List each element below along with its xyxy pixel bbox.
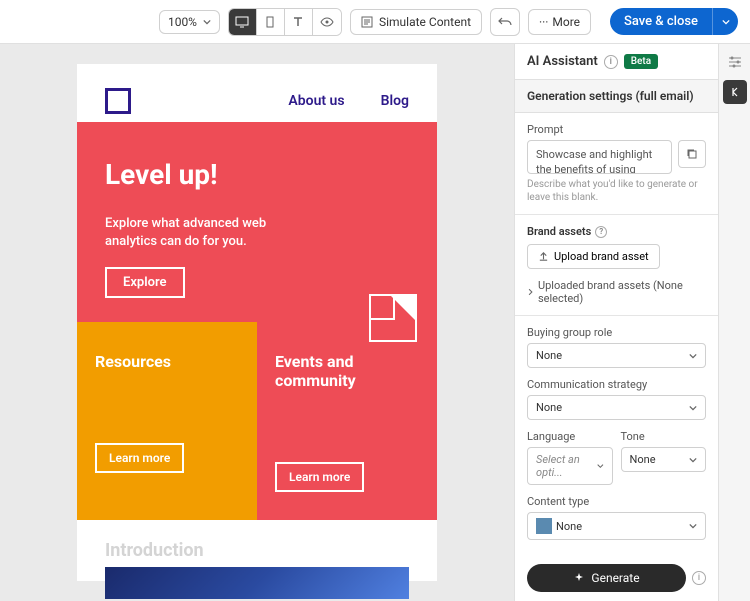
hero-block: Level up! Explore what advanced web anal… — [77, 122, 437, 322]
desktop-icon — [235, 16, 249, 28]
canvas-area[interactable]: About us Blog Level up! Explore what adv… — [0, 44, 514, 601]
tone-label: Tone — [621, 430, 707, 443]
hero-subtitle: Explore what advanced web analytics can … — [105, 215, 315, 251]
chevron-down-icon — [689, 456, 697, 464]
nav-links: About us Blog — [288, 93, 409, 109]
zoom-value: 100% — [168, 15, 197, 29]
simulate-icon — [361, 16, 373, 28]
content-type-icon — [536, 518, 552, 534]
prompt-input[interactable] — [527, 140, 672, 174]
more-dots-icon: ··· — [539, 15, 548, 29]
more-label: More — [552, 15, 580, 29]
prompt-help: Describe what you'd like to generate or … — [527, 178, 706, 204]
tile-events-title: Events and community — [275, 352, 419, 390]
tile-resources-cta[interactable]: Learn more — [95, 443, 184, 473]
logo-placeholder — [105, 88, 131, 114]
panel-rail — [718, 44, 750, 601]
tile-events-cta[interactable]: Learn more — [275, 462, 364, 492]
zoom-select[interactable]: 100% — [159, 10, 220, 34]
simulate-label: Simulate Content — [379, 15, 471, 29]
collapse-icon — [729, 86, 741, 98]
tiles-row: Resources Learn more Events and communit… — [77, 322, 437, 520]
rail-settings[interactable] — [723, 50, 747, 74]
generate-button[interactable]: Generate — [527, 564, 686, 592]
info-icon[interactable]: i — [692, 571, 706, 585]
comm-strategy-label: Communication strategy — [527, 378, 706, 391]
hero-title: Level up! — [105, 158, 409, 191]
intro-heading: Introduction — [77, 520, 437, 567]
content-type-label: Content type — [527, 495, 706, 508]
save-close-button[interactable]: Save & close — [610, 8, 712, 35]
chevron-down-icon — [597, 462, 604, 470]
generate-row: Generate i — [515, 560, 718, 600]
device-preview[interactable] — [313, 9, 341, 35]
hero-graphic — [369, 294, 417, 342]
content-type-select[interactable]: None — [527, 512, 706, 540]
upload-brand-button[interactable]: Upload brand asset — [527, 244, 660, 269]
top-toolbar: 100% Simulate Content ··· More Save & cl… — [0, 0, 750, 44]
buying-role-select[interactable]: None — [527, 343, 706, 368]
rail-collapse[interactable] — [723, 80, 747, 104]
prompt-label: Prompt — [527, 123, 706, 136]
text-icon — [292, 16, 304, 28]
chevron-down-icon — [689, 404, 697, 412]
save-group: Save & close — [610, 8, 738, 35]
prompt-section: Prompt Describe what you'd like to gener… — [515, 113, 718, 214]
chevron-down-icon — [689, 352, 697, 360]
sliders-icon — [728, 56, 742, 68]
tile-events: Events and community Learn more — [257, 322, 437, 520]
intro-title: Introduction — [105, 540, 409, 561]
language-select[interactable]: Select an opti... — [527, 447, 613, 485]
chevron-down-icon — [689, 522, 697, 530]
buying-role-label: Buying group role — [527, 326, 706, 339]
intro-image — [105, 567, 409, 599]
uploaded-assets-row[interactable]: Uploaded brand assets (None selected) — [527, 279, 706, 305]
simulate-content-button[interactable]: Simulate Content — [350, 9, 482, 35]
workspace: About us Blog Level up! Explore what adv… — [0, 44, 750, 601]
beta-badge: Beta — [624, 54, 658, 69]
info-icon[interactable]: ? — [595, 226, 607, 238]
comm-strategy-select[interactable]: None — [527, 395, 706, 420]
chevron-right-icon — [527, 288, 534, 296]
undo-icon — [498, 17, 512, 27]
sparkle-icon — [573, 572, 585, 584]
chevron-down-icon — [203, 18, 211, 26]
nav-about[interactable]: About us — [288, 93, 344, 109]
hero-cta[interactable]: Explore — [105, 267, 185, 298]
panel-content: AI Assistant i Beta Generation settings … — [515, 44, 718, 601]
language-label: Language — [527, 430, 613, 443]
upload-icon — [538, 251, 549, 262]
side-panel: AI Assistant i Beta Generation settings … — [514, 44, 750, 601]
mobile-icon — [266, 16, 274, 28]
panel-header: AI Assistant i Beta — [515, 44, 718, 79]
tile-resources: Resources Learn more — [77, 322, 257, 520]
info-icon[interactable]: i — [604, 55, 618, 69]
email-canvas: About us Blog Level up! Explore what adv… — [77, 64, 437, 581]
undo-button[interactable] — [490, 8, 520, 36]
device-mobile[interactable] — [257, 9, 285, 35]
generation-settings-head: Generation settings (full email) — [515, 79, 718, 113]
brand-section: Brand assets ? Upload brand asset Upload… — [515, 214, 718, 315]
save-dropdown[interactable] — [712, 8, 738, 35]
copy-prompt-button[interactable] — [678, 140, 706, 168]
options-section: Buying group role None Communication str… — [515, 315, 718, 560]
device-desktop[interactable] — [229, 9, 257, 35]
more-button[interactable]: ··· More — [528, 9, 591, 35]
eye-icon — [320, 17, 334, 27]
brand-label: Brand assets ? — [527, 225, 706, 238]
device-group — [228, 8, 342, 36]
email-header: About us Blog — [77, 64, 437, 122]
panel-title: AI Assistant — [527, 54, 598, 69]
device-text[interactable] — [285, 9, 313, 35]
tile-resources-title: Resources — [95, 352, 239, 371]
chevron-down-icon — [722, 18, 730, 26]
nav-blog[interactable]: Blog — [381, 93, 409, 109]
copy-icon — [686, 148, 698, 160]
tone-select[interactable]: None — [621, 447, 707, 472]
